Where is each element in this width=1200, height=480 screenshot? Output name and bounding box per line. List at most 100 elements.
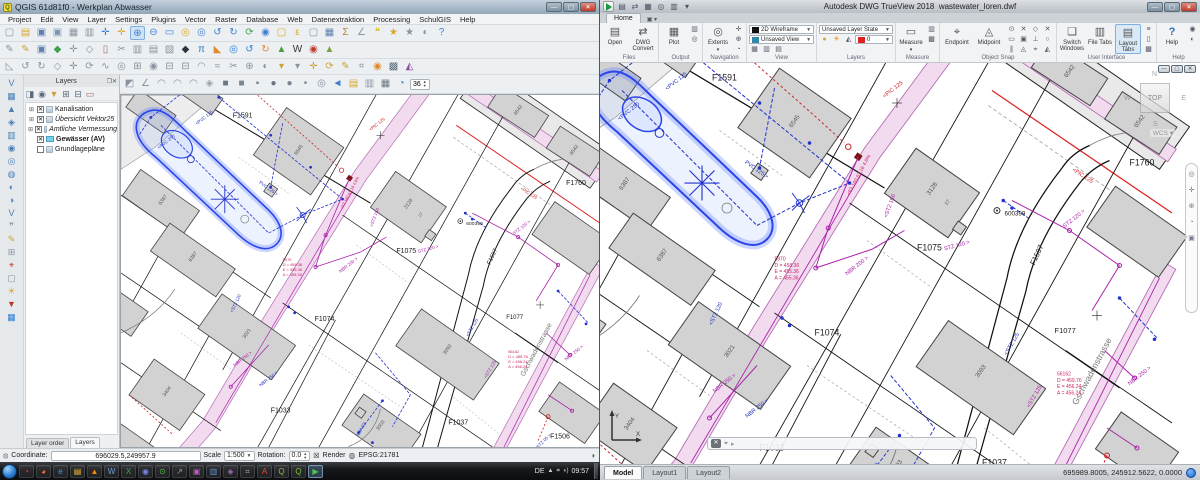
messages-icon[interactable]: ◗ (591, 451, 596, 460)
paste-features[interactable]: ▤ (146, 43, 161, 57)
add-postgis-layer[interactable]: ▥ (6, 129, 18, 141)
split-features[interactable]: ✂ (226, 60, 241, 74)
qat-open[interactable]: ▤ (616, 1, 628, 12)
render-checkbox[interactable]: ☒ (313, 452, 319, 460)
rotate-label[interactable]: ⟳ (322, 60, 337, 74)
buffer-circle-medium[interactable]: ● (282, 77, 297, 91)
toggle-editing[interactable]: ✎ (18, 43, 33, 57)
python-console[interactable]: π (194, 43, 209, 57)
photo-viewer[interactable]: ▣ (189, 465, 204, 478)
qgis-instance-1[interactable]: Q (274, 465, 289, 478)
view-name-select[interactable]: Unsaved View▼ (749, 35, 814, 44)
snap-insertion[interactable]: ▣ (1018, 35, 1029, 44)
decorations[interactable]: ◭ (402, 60, 417, 74)
compass-tool[interactable]: ◎ (226, 43, 241, 57)
snap-center[interactable]: ⊙ (1006, 25, 1017, 34)
chemistry-app[interactable]: ⊙ (155, 465, 170, 478)
snap-tangent[interactable]: ○ (1042, 35, 1053, 44)
messenger[interactable]: ◉ (138, 465, 153, 478)
layer-state-select[interactable]: Unsaved Layer State▼ (819, 25, 893, 34)
diamond-tool[interactable]: ◈ (202, 77, 217, 91)
layer-diagram[interactable]: ▩ (386, 60, 401, 74)
crs-value[interactable]: EPSG:21781 (358, 452, 399, 459)
rollback-edits[interactable]: ◺ (2, 60, 17, 74)
layer-checkbox[interactable]: ✕ (35, 126, 42, 133)
copy-view[interactable]: ▥ (362, 77, 377, 91)
vlc[interactable]: ▲ (87, 465, 102, 478)
tab-layout1[interactable]: Layout1 (643, 466, 686, 479)
visual-style-select[interactable]: 2D Wireframe▼ (749, 25, 814, 34)
move-feature[interactable]: ✛ (66, 43, 81, 57)
save-project-as[interactable]: ▣ (50, 26, 65, 40)
menu-web[interactable]: Web (283, 15, 306, 24)
undo-edit[interactable]: ↺ (18, 60, 33, 74)
excel[interactable]: X (121, 465, 136, 478)
coordinate-input[interactable]: 696029.5,249957.9 (51, 451, 201, 461)
snap-nearest[interactable]: ∥ (1006, 45, 1017, 54)
trueview-titlebar[interactable]: ▤⇄▦◎▥▾ Autodesk DWG TrueView 2018 wastew… (600, 0, 1200, 13)
temporal-controller[interactable]: ◐ (418, 26, 433, 40)
trueview-app-icon[interactable] (603, 1, 614, 12)
snap-perpendicular[interactable]: ⊥ (1030, 35, 1041, 44)
show-bookmarks[interactable]: ★ (402, 26, 417, 40)
annotation-monitor-icon[interactable] (1186, 468, 1196, 478)
grass-tools[interactable]: ▲ (274, 43, 289, 57)
add-feature[interactable]: ◆ (50, 43, 65, 57)
spiral-tool[interactable]: ◎ (314, 77, 329, 91)
crs-icon[interactable]: ◍ (348, 451, 355, 460)
tab-home[interactable]: Home (606, 13, 641, 23)
snap-quadrant[interactable]: ◇ (1030, 25, 1041, 34)
redo-edit[interactable]: ↻ (34, 60, 49, 74)
add-delimited-layer[interactable]: ◈ (6, 116, 18, 128)
copy-features[interactable]: ▥ (130, 43, 145, 57)
select-features[interactable]: ▢ (274, 26, 289, 40)
add-oracle-layer[interactable]: ◍ (6, 168, 18, 180)
save-layer-edits[interactable]: ▣ (34, 43, 49, 57)
menu-raster[interactable]: Raster (211, 15, 241, 24)
label-pin[interactable]: ▾ (274, 60, 289, 74)
remote-link[interactable]: ↗ (172, 465, 187, 478)
reshape-features[interactable]: ◠ (194, 60, 209, 74)
tab-layer-order[interactable]: Layer order (26, 438, 69, 448)
wcs-indicator[interactable]: WCS ▾ (1150, 129, 1176, 137)
word[interactable]: W (104, 465, 119, 478)
zoom-in[interactable]: ⊕ (130, 26, 145, 40)
area-icon[interactable]: ▩ (926, 35, 937, 44)
open-folder[interactable]: ▤ (346, 77, 361, 91)
add-wcs-layer[interactable]: ◑ (6, 194, 18, 206)
add-vector-layer[interactable]: V (6, 77, 18, 89)
layer-freeze-icon[interactable]: ☀ (831, 35, 842, 44)
manage-map-themes[interactable]: ◉ (36, 88, 48, 100)
orbit-icon[interactable]: ◔ (733, 45, 744, 54)
qat-dwg-convert[interactable]: ⇄ (629, 1, 641, 12)
new-bookmark[interactable]: ★ (386, 26, 401, 40)
layer-item[interactable]: Grundlagepläne (26, 144, 117, 154)
snap-extension[interactable]: ▭ (1006, 35, 1017, 44)
system-keys[interactable]: ⌗ (240, 465, 255, 478)
start-button[interactable] (2, 464, 17, 479)
nav-wheel[interactable]: ◎ (1187, 170, 1197, 180)
print-view[interactable]: ▦ (378, 77, 393, 91)
volume-icon[interactable]: ◖) (563, 468, 569, 474)
snapping-options[interactable]: ⌗ (354, 60, 369, 74)
switch-windows-button[interactable]: ❏Switch Windows (1059, 24, 1085, 52)
qgis-titlebar[interactable]: Q QGIS 61d81f0 - Werkplan Abwasser — ▢ ✕ (0, 0, 599, 14)
layer-item[interactable]: ✕Gewässer (AV) (26, 134, 117, 144)
dwin-minimize[interactable]: — (1158, 65, 1170, 73)
undo[interactable]: ↺ (242, 43, 257, 57)
tv-minimize-button[interactable]: — (1147, 2, 1163, 12)
help-button[interactable]: ?Help (1159, 24, 1185, 46)
qat-dropdown[interactable]: ▾ (681, 1, 693, 12)
pan-icon[interactable]: ✛ (733, 25, 744, 34)
qat-preview[interactable]: ◎ (655, 1, 667, 12)
qgis-instance-2[interactable]: Q (291, 465, 306, 478)
fill-ring[interactable]: ◉ (146, 60, 161, 74)
trueview-map-svg[interactable] (600, 63, 1200, 464)
layer-group[interactable]: ⊞ (6, 246, 18, 258)
buffer-square-small[interactable]: ▪ (250, 77, 265, 91)
zoom-last[interactable]: ↺ (210, 26, 225, 40)
internet-explorer[interactable]: e (53, 465, 68, 478)
node-tool[interactable]: ◇ (82, 43, 97, 57)
label-highlight[interactable]: ▾ (290, 60, 305, 74)
rotation-spinbox[interactable]: 0.0▲▼ (289, 451, 311, 461)
